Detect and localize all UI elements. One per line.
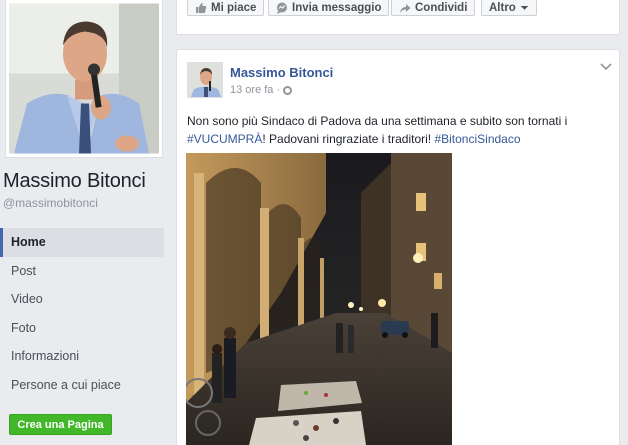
avatar-image [188,63,222,97]
hashtag-vucumpra[interactable]: #VUCUMPRÀ [187,132,262,146]
sidebar-item-informazioni[interactable]: Informazioni [0,342,164,371]
night-street-photo [186,153,452,445]
profile-picture[interactable] [5,0,163,158]
profile-photo [9,3,159,154]
page-sidebar: Massimo Bitonci @massimobitonci Home Pos… [0,0,168,445]
hashtag-bitoncisindaco[interactable]: #BitonciSindaco [434,132,520,146]
post-timestamp[interactable]: 13 ore fa [230,84,273,96]
like-page-button[interactable]: Mi piace [187,0,265,16]
like-label: Mi piace [211,1,257,14]
meta-separator: · [276,84,281,96]
chevron-down-icon [520,6,529,10]
chat-bubble-icon [277,2,287,14]
sidebar-item-video[interactable]: Video [0,285,164,314]
page-action-bar: Mi piace Invia messaggio Condividi Altro [176,0,620,35]
thumbs-up-icon [196,2,207,13]
post-photo[interactable] [186,153,452,445]
sidebar-item-home[interactable]: Home [0,228,164,257]
post-meta: 13 ore fa · [230,84,293,96]
post-author-name[interactable]: Massimo Bitonci [230,65,333,80]
post-text-part1: Non sono più Sindaco di Padova da una se… [187,114,568,128]
share-button[interactable]: Condividi [391,0,476,16]
page-title[interactable]: Massimo Bitonci [3,170,146,193]
message-label: Invia messaggio [292,1,382,14]
globe-icon[interactable] [283,85,293,95]
post-text: Non sono più Sindaco di Padova da una se… [187,112,615,148]
post-card: Massimo Bitonci 13 ore fa · Non sono più… [176,49,620,445]
chevron-down-icon[interactable] [599,62,613,72]
share-label: Condividi [415,1,468,14]
post-text-part2: ! Padovani ringraziate i traditori! [262,132,435,146]
more-button[interactable]: Altro [481,0,537,16]
sidebar-item-persone[interactable]: Persone a cui piace [0,371,164,400]
send-message-button[interactable]: Invia messaggio [268,0,390,16]
create-page-button[interactable]: Crea una Pagina [9,414,112,435]
share-arrow-icon [400,3,411,13]
sidebar-item-post[interactable]: Post [0,257,164,286]
page-handle[interactable]: @massimobitonci [3,196,98,210]
post-author-avatar[interactable] [187,62,223,98]
sidebar-nav: Home Post Video Foto Informazioni Person… [0,228,164,399]
sidebar-item-foto[interactable]: Foto [0,314,164,343]
page-scrollbar[interactable] [622,0,628,445]
more-label: Altro [489,1,516,14]
